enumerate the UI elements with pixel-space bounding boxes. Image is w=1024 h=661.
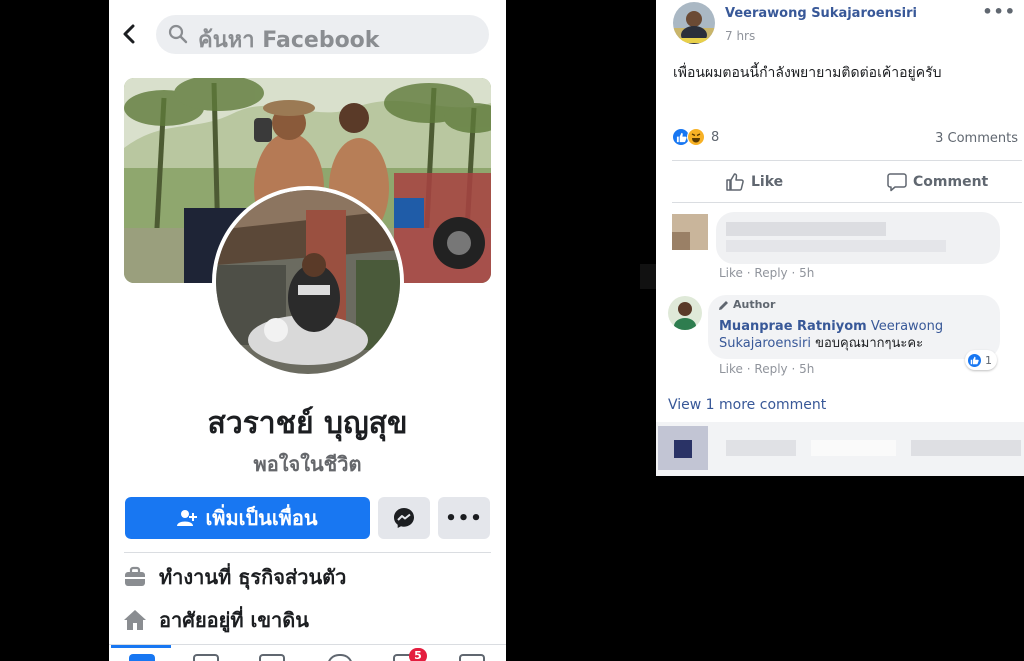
like-reaction-icon (967, 352, 982, 368)
comment-meta: Like · Reply · 5h (719, 266, 815, 280)
home-icon (124, 610, 146, 630)
messenger-icon (394, 508, 414, 528)
lives-text: อาศัยอยู่ที่ เขาดิน (159, 608, 309, 632)
pixelated-comment-bubble (716, 212, 1000, 264)
commenter-avatar[interactable] (668, 296, 702, 330)
profile-picture-image (216, 190, 400, 374)
top-bar: ค้นหา Facebook (109, 0, 506, 66)
comment-like-link[interactable]: Like (719, 362, 743, 376)
reaction-count: 8 (711, 129, 720, 145)
like-label: Like (751, 174, 784, 190)
tab-menu[interactable] (459, 654, 485, 661)
comment-meta: Like · Reply · 5h (719, 362, 815, 376)
comment-like-link[interactable]: Like (719, 266, 743, 280)
comment-button[interactable]: Comment (887, 172, 988, 192)
author-tag: Author (718, 298, 775, 311)
comments-count[interactable]: 3 Comments (935, 131, 1018, 146)
censored-comment-input (656, 422, 1024, 476)
facebook-post: Veerawong Sukajaroensiri 7 hrs ••• เพื่อ… (656, 0, 1024, 476)
like-button[interactable]: Like (725, 172, 783, 192)
active-tab-indicator (111, 645, 171, 648)
add-person-icon (177, 510, 198, 526)
comment-icon (887, 173, 907, 192)
profile-name: สวราชย์ บุญสุข (207, 406, 408, 441)
search-placeholder: ค้นหา Facebook (198, 28, 380, 53)
redaction-mark (640, 264, 656, 289)
comment-reply-link[interactable]: Reply (754, 266, 787, 280)
post-author-name[interactable]: Veerawong Sukajaroensiri (725, 6, 917, 21)
tab-profile[interactable] (327, 654, 353, 661)
comment-reply-link[interactable]: Reply (754, 362, 787, 376)
add-friend-button[interactable]: เพิ่มเป็นเพื่อน (125, 497, 370, 539)
pixelated-block (674, 440, 692, 458)
mobile-profile-screenshot: ค้นหา Facebook สวราชย์ บุญสุข พอใจในชีวิ… (109, 0, 506, 661)
profile-bio: พอใจในชีวิต (253, 452, 362, 476)
comment-reaction-count[interactable]: 1 (965, 350, 997, 370)
pixelated-avatar-block (672, 232, 690, 250)
post-author-avatar[interactable] (673, 2, 715, 44)
notification-badge: 5 (409, 648, 427, 661)
pixelated-text (726, 240, 946, 252)
add-friend-label: เพิ่มเป็นเพื่อน (205, 506, 318, 530)
avatar-image (668, 296, 702, 330)
author-tag-label: Author (733, 298, 776, 311)
comment-reaction-number: 1 (985, 353, 992, 367)
avatar-image (673, 2, 715, 44)
back-arrow-icon[interactable] (119, 20, 139, 48)
view-more-comments-link[interactable]: View 1 more comment (668, 397, 826, 413)
comment-age: 5h (799, 362, 815, 376)
work-text: ทำงานที่ ธุรกิจส่วนตัว (159, 565, 347, 589)
briefcase-icon (125, 566, 145, 586)
tab-marketplace[interactable] (259, 654, 285, 661)
comment-body: ขอบคุณมากๆนะคะ (815, 336, 924, 351)
comment-label: Comment (913, 174, 989, 190)
pixelated-block (911, 440, 1021, 456)
post-timestamp[interactable]: 7 hrs (725, 29, 755, 43)
pixelated-text (726, 222, 886, 236)
divider (672, 160, 1022, 161)
post-options-button[interactable]: ••• (982, 2, 1016, 21)
divider (672, 202, 1022, 203)
message-button[interactable] (378, 497, 430, 539)
comment-text: Muanprae Ratniyom Veerawong Sukajaroensi… (719, 318, 989, 352)
reaction-summary[interactable]: 8 (672, 128, 719, 146)
bottom-tab-bar (109, 644, 506, 661)
pixelated-block (726, 440, 796, 456)
pixelated-block (811, 440, 896, 456)
tab-watch[interactable] (193, 654, 219, 661)
haha-reaction-icon (687, 128, 705, 146)
work-info: ทำงานที่ ธุรกิจส่วนตัว (123, 561, 493, 593)
lives-info: อาศัยอยู่ที่ เขาดิน (123, 604, 493, 636)
comment-age: 5h (799, 266, 815, 280)
divider (124, 552, 491, 553)
post-text: เพื่อนผมตอนนี้กำลังพยายามติดต่อเค้าอยู่ค… (673, 65, 942, 81)
commenter-name[interactable]: Muanprae Ratniyom (719, 319, 867, 334)
search-input[interactable]: ค้นหา Facebook (156, 15, 489, 54)
search-icon (168, 24, 188, 44)
profile-picture[interactable] (212, 186, 404, 378)
tab-home[interactable] (129, 654, 155, 661)
pencil-icon (719, 300, 728, 310)
thumbs-up-icon (726, 173, 744, 191)
more-options-button[interactable]: ••• (438, 497, 490, 539)
